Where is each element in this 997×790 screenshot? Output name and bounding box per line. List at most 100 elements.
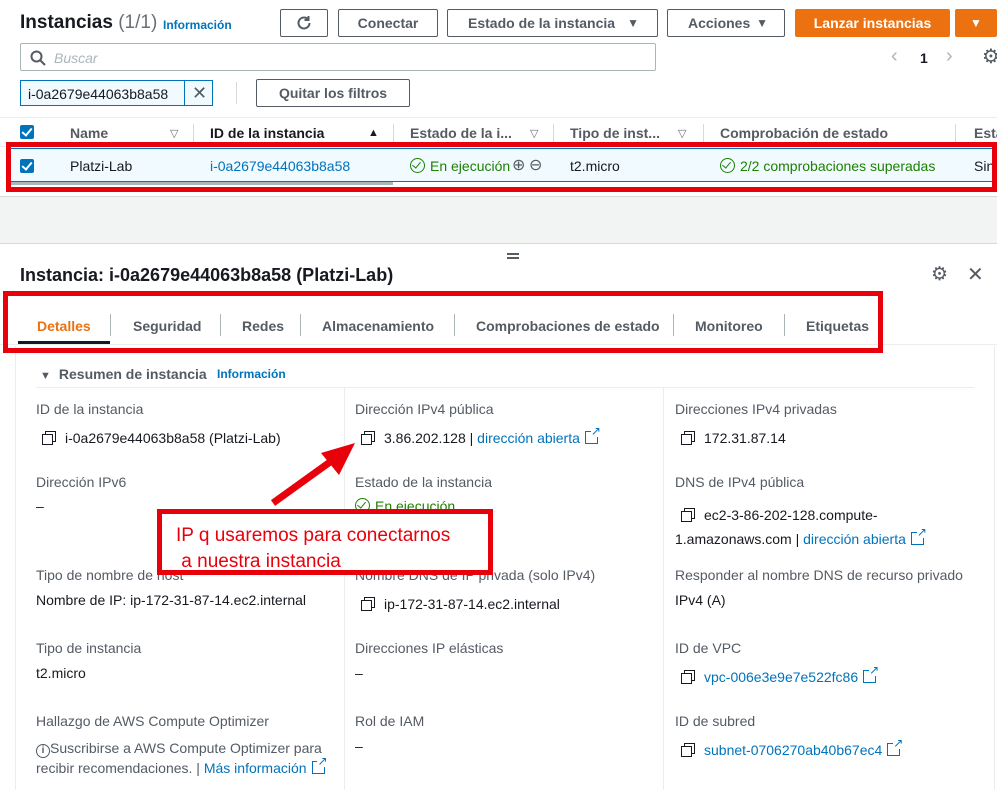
copy-icon[interactable]	[681, 431, 695, 445]
public-ipv4-label: Dirección IPv4 pública	[355, 401, 494, 417]
annotation-text-line2: a nuestra instancia	[176, 551, 341, 572]
optimizer-text-line2: recibir recomendaciones.	[36, 760, 193, 776]
instance-type-label: Tipo de instancia	[36, 640, 142, 656]
col-alarm[interactable]: Esta	[974, 125, 997, 141]
clear-filters-button[interactable]: Quitar los filtros	[256, 79, 410, 107]
settings-gear-icon[interactable]: ⚙	[931, 263, 948, 286]
external-link-icon[interactable]	[584, 425, 601, 444]
column-divider	[663, 388, 664, 790]
private-ipv4-label: Direcciones IPv4 privadas	[675, 401, 837, 417]
vpc-id-link[interactable]: vpc-006e3e9e7e522fc86	[704, 669, 858, 685]
close-icon: ✕	[191, 82, 208, 103]
public-ipv4-value: 3.86.202.128 | dirección abierta	[361, 425, 601, 446]
caret-down-icon: ▼	[970, 16, 982, 30]
open-address-link[interactable]: dirección abierta	[477, 430, 580, 446]
filter-token-text: i-0a2679e44063b8a58	[28, 86, 169, 102]
ipv6-label: Dirección IPv6	[36, 474, 127, 490]
launch-instances-button[interactable]: Lanzar instancias	[795, 9, 950, 37]
col-sep	[955, 124, 956, 142]
info-icon: i	[36, 744, 50, 758]
search-input[interactable]: Buscar	[20, 43, 656, 71]
actions-label: Acciones	[688, 15, 751, 31]
instance-id-value: i-0a2679e44063b8a58 (Platzi-Lab)	[42, 430, 281, 446]
page-number[interactable]: 1	[920, 50, 928, 66]
subnet-id-label: ID de subred	[675, 713, 756, 729]
caret-down-icon: ▼	[627, 16, 639, 30]
split-divider-area	[0, 196, 997, 244]
external-link-icon[interactable]	[910, 526, 927, 545]
annotation-highlight-row	[6, 142, 997, 192]
resize-handle-icon[interactable]	[507, 253, 519, 259]
public-dns-value: ec2-3-86-202-128.compute- 1.amazonaws.co…	[675, 503, 927, 551]
annotation-arrow-icon	[270, 443, 355, 506]
private-dns-value: ip-172-31-87-14.ec2.internal	[361, 596, 560, 612]
copy-icon[interactable]	[681, 508, 695, 522]
ipv6-value: –	[36, 498, 44, 514]
external-link-icon[interactable]	[311, 755, 328, 774]
instance-id-label: ID de la instancia	[36, 401, 144, 417]
instance-state-dropdown[interactable]: Estado de la instancia ▼	[447, 9, 658, 37]
summary-info-link[interactable]: Información	[217, 367, 286, 381]
select-all-checkbox[interactable]	[20, 125, 34, 139]
divider	[236, 82, 237, 104]
launch-dropdown-button[interactable]: ▼	[955, 9, 997, 37]
col-status-check[interactable]: Comprobación de estado	[720, 125, 888, 141]
subnet-id-link[interactable]: subnet-0706270ab40b67ec4	[704, 742, 882, 758]
copy-icon[interactable]	[42, 431, 56, 445]
optimizer-text: i Suscribirse a AWS Compute Optimizer par…	[36, 738, 328, 778]
page-title: Instancias (1/1)	[20, 12, 157, 34]
sort-icon[interactable]: ▽	[530, 127, 538, 140]
connect-button[interactable]: Conectar	[338, 9, 438, 37]
private-ipv4-value: 172.31.87.14	[681, 430, 786, 446]
filter-remove-button[interactable]: ✕	[184, 80, 214, 106]
prev-page-icon[interactable]: ‹	[891, 45, 898, 68]
copy-icon[interactable]	[361, 597, 375, 611]
annotation-box: IP q usaremos para conectarnos a nuestra…	[157, 509, 493, 575]
settings-gear-icon[interactable]: ⚙	[982, 44, 997, 69]
instance-state-label: Estado de la instancia	[468, 15, 616, 31]
iam-role-label: Rol de IAM	[355, 713, 425, 729]
learn-more-link[interactable]: Más información	[204, 760, 307, 776]
sort-icon[interactable]: ▽	[678, 127, 686, 140]
instance-id-text: i-0a2679e44063b8a58 (Platzi-Lab)	[65, 430, 281, 446]
sort-icon[interactable]: ▽	[170, 127, 178, 140]
vpc-id-label: ID de VPC	[675, 640, 742, 656]
instance-state-label: Estado de la instancia	[355, 474, 492, 490]
open-address-link[interactable]: dirección abierta	[803, 531, 906, 547]
optimizer-text-line1: Suscribirse a AWS Compute Optimizer para	[50, 740, 322, 756]
hostname-type-value: Nombre de IP: ip-172-31-87-14.ec2.intern…	[36, 592, 307, 608]
elastic-ip-value: –	[355, 665, 363, 681]
search-placeholder: Buscar	[54, 50, 98, 66]
col-name[interactable]: Name	[70, 125, 108, 141]
refresh-icon	[297, 16, 311, 30]
sort-asc-icon[interactable]: ▲	[368, 127, 379, 139]
public-dns-line1: ec2-3-86-202-128.compute-	[704, 507, 878, 523]
resource-dns-value: IPv4 (A)	[675, 592, 726, 608]
external-link-icon[interactable]	[863, 664, 880, 683]
col-instance-id[interactable]: ID de la instancia	[210, 125, 324, 141]
annotation-highlight-tabs	[3, 291, 883, 353]
private-ipv4-text: 172.31.87.14	[704, 430, 786, 446]
close-icon[interactable]: ✕	[967, 262, 984, 287]
summary-header[interactable]: ▼ Resumen de instancia	[40, 366, 207, 382]
copy-icon[interactable]	[681, 743, 695, 757]
detail-title: Instancia: i-0a2679e44063b8a58 (Platzi-L…	[20, 265, 394, 285]
annotation-text-line1: IP q usaremos para conectarnos	[176, 525, 451, 546]
vpc-id-value: vpc-006e3e9e7e522fc86	[681, 664, 880, 685]
col-state[interactable]: Estado de la i...	[410, 125, 512, 141]
copy-icon[interactable]	[681, 670, 695, 684]
info-link[interactable]: Información	[163, 18, 232, 32]
summary-divider	[36, 387, 974, 388]
resource-dns-label: Responder al nombre DNS de recurso priva…	[675, 567, 963, 583]
actions-dropdown[interactable]: Acciones ▼	[667, 9, 785, 37]
search-icon	[30, 50, 46, 66]
filter-token: i-0a2679e44063b8a58 ✕	[20, 80, 213, 106]
subnet-id-value: subnet-0706270ab40b67ec4	[681, 737, 904, 758]
next-page-icon[interactable]: ›	[946, 45, 953, 68]
col-type[interactable]: Tipo de inst...	[570, 125, 660, 141]
public-ipv4-text: 3.86.202.128	[384, 430, 466, 446]
col-sep	[703, 124, 704, 142]
external-link-icon[interactable]	[887, 737, 904, 756]
col-sep	[193, 124, 194, 142]
refresh-button[interactable]	[280, 9, 328, 37]
